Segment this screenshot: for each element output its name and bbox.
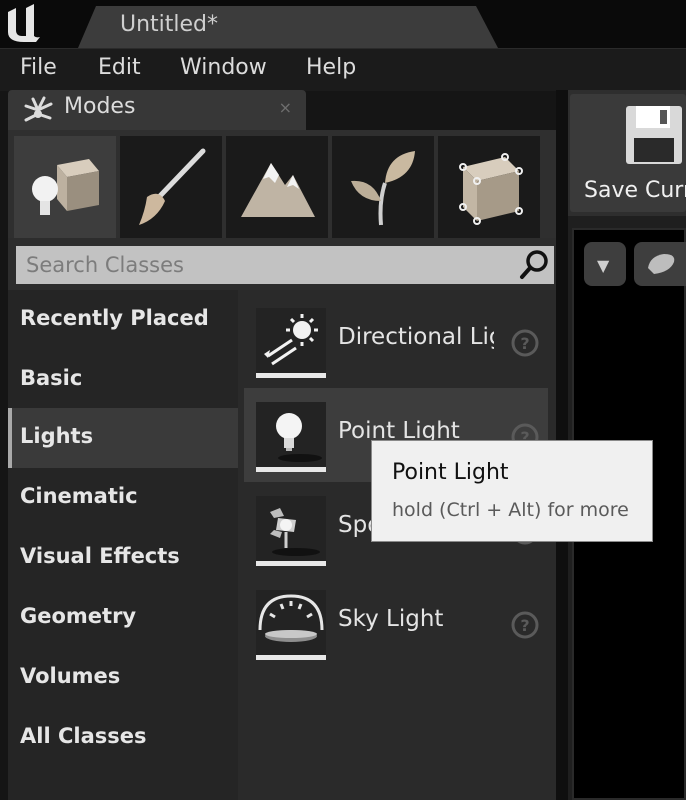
directional-light-thumbnail bbox=[256, 308, 326, 378]
save-current-button[interactable]: Save Current bbox=[570, 94, 686, 212]
category-visual-effects[interactable]: Visual Effects bbox=[8, 528, 238, 588]
thumbnail-underline bbox=[256, 373, 326, 378]
spot-light-icon bbox=[270, 508, 320, 556]
category-all-classes[interactable]: All Classes bbox=[8, 708, 238, 768]
svg-text:?: ? bbox=[520, 334, 529, 353]
title-bar: Untitled* bbox=[0, 0, 686, 48]
thumbnail-underline bbox=[256, 655, 326, 660]
help-icon[interactable]: ? bbox=[510, 328, 540, 358]
point-light-thumbnail bbox=[256, 402, 326, 472]
modes-tab[interactable]: Modes × bbox=[8, 90, 306, 130]
document-tab[interactable]: Untitled* bbox=[78, 6, 498, 48]
category-basic[interactable]: Basic bbox=[8, 350, 238, 410]
save-icon bbox=[626, 106, 682, 164]
tooltip-title: Point Light bbox=[392, 460, 509, 485]
place-icon bbox=[32, 159, 99, 215]
svg-text:?: ? bbox=[520, 616, 529, 635]
placeable-item-list: Directional Light ? Point Light ? bbox=[238, 290, 556, 800]
place-mode-button[interactable] bbox=[14, 136, 116, 238]
category-cinematic[interactable]: Cinematic bbox=[8, 468, 238, 528]
help-icon[interactable]: ? bbox=[510, 610, 540, 640]
point-light-icon bbox=[276, 413, 322, 462]
document-title: Untitled* bbox=[120, 12, 219, 37]
menu-window[interactable]: Window bbox=[180, 55, 267, 80]
level-toolbar: Save Current bbox=[568, 90, 686, 216]
modes-title: Modes bbox=[64, 94, 136, 119]
menu-help[interactable]: Help bbox=[306, 55, 356, 80]
landscape-mode-button[interactable] bbox=[226, 136, 328, 238]
unreal-logo-icon[interactable] bbox=[2, 4, 46, 44]
menu-bar: File Edit Window Help bbox=[0, 48, 686, 91]
search-input[interactable] bbox=[16, 246, 554, 284]
category-lights[interactable]: Lights bbox=[8, 408, 238, 468]
item-tooltip: Point Light hold (Ctrl + Alt) for more bbox=[371, 440, 653, 542]
spot-light-thumbnail bbox=[256, 496, 326, 566]
sky-light-icon bbox=[258, 594, 324, 642]
mode-toolbar bbox=[8, 130, 556, 238]
category-geometry[interactable]: Geometry bbox=[8, 588, 238, 648]
category-list: Recently Placed Basic Lights Cinematic V… bbox=[8, 290, 238, 800]
close-icon[interactable]: × bbox=[279, 98, 292, 117]
search-panel bbox=[8, 238, 556, 290]
list-item-directional-light[interactable]: Directional Light ? bbox=[244, 294, 548, 388]
foliage-mode-button[interactable] bbox=[332, 136, 434, 238]
save-label: Save Current bbox=[584, 178, 686, 203]
chevron-down-icon: ▼ bbox=[597, 256, 610, 275]
category-volumes[interactable]: Volumes bbox=[8, 648, 238, 708]
mountain-icon bbox=[241, 163, 315, 217]
menu-file[interactable]: File bbox=[20, 55, 57, 80]
brush-icon bbox=[139, 148, 206, 225]
search-icon[interactable] bbox=[518, 247, 552, 281]
viewport-options-button[interactable]: ▼ bbox=[584, 242, 626, 286]
directional-light-icon bbox=[264, 314, 318, 366]
list-item-sky-light[interactable]: Sky Light ? bbox=[244, 576, 548, 670]
modes-icon bbox=[24, 96, 53, 122]
paint-mode-button[interactable] bbox=[120, 136, 222, 238]
tooltip-hint: hold (Ctrl + Alt) for more bbox=[392, 499, 629, 521]
viewport-view-mode-button[interactable] bbox=[634, 242, 686, 286]
thumbnail-underline bbox=[256, 467, 326, 472]
item-label: Directional Light bbox=[338, 324, 494, 350]
sky-light-thumbnail bbox=[256, 590, 326, 660]
perspective-icon bbox=[648, 254, 675, 274]
thumbnail-underline bbox=[256, 561, 326, 566]
item-label: Sky Light bbox=[338, 606, 444, 632]
cube-edit-icon bbox=[459, 153, 523, 225]
category-recently-placed[interactable]: Recently Placed bbox=[8, 290, 238, 350]
geometry-mode-button[interactable] bbox=[438, 136, 540, 238]
leaf-icon bbox=[351, 151, 415, 226]
menu-edit[interactable]: Edit bbox=[98, 55, 141, 80]
